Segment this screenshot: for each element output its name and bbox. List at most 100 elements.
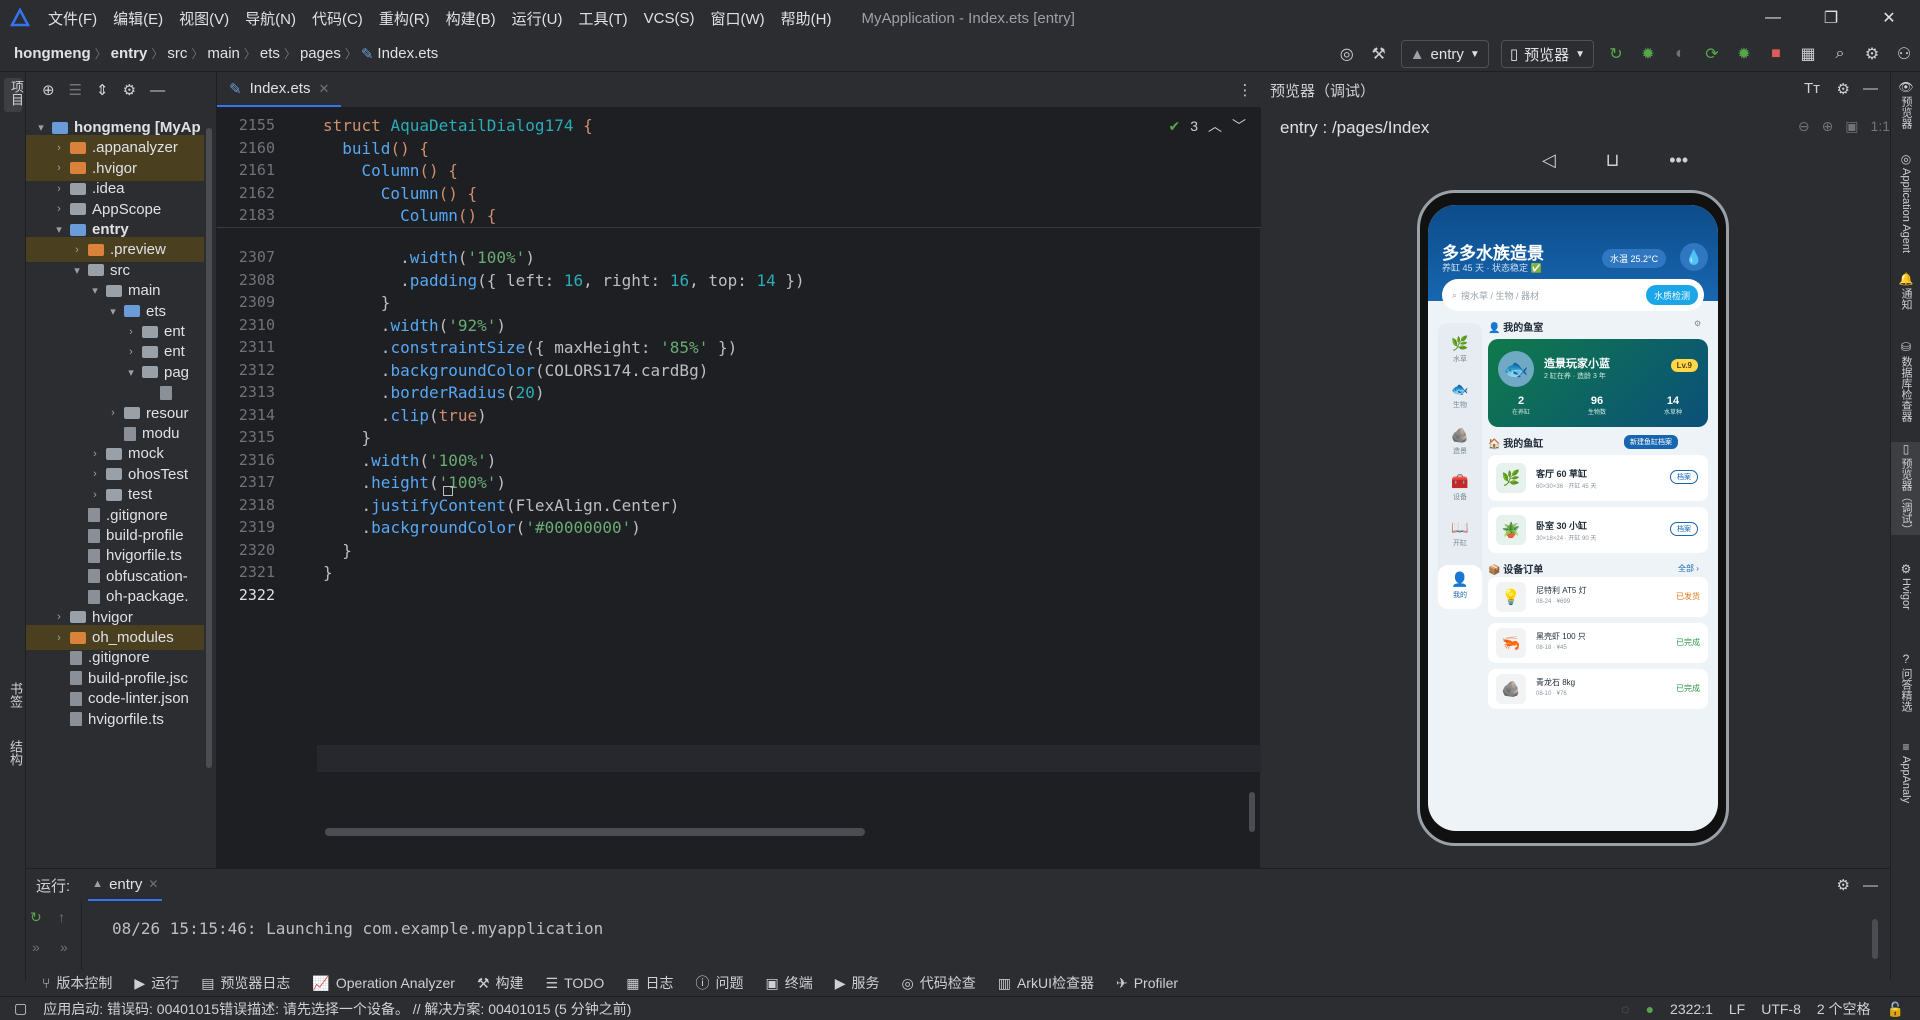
run-config-dropdown[interactable]: ▲ entry ▼ xyxy=(1400,40,1489,68)
collapse-all-icon[interactable]: ⇕ xyxy=(96,81,109,99)
more-tabs-icon[interactable]: ⋮ xyxy=(1230,72,1260,107)
search-icon[interactable]: ⌕ xyxy=(1824,36,1856,72)
database-inspector-tool[interactable]: ⛁ 数据库检查器 xyxy=(1891,340,1920,422)
caret-position[interactable]: 2322:1 xyxy=(1670,1001,1713,1017)
tool-window-3[interactable]: 📈 Operation Analyzer xyxy=(312,975,455,992)
app-nav-item[interactable]: 👤 我的 xyxy=(1438,565,1482,609)
debug-icon[interactable]: ✹ xyxy=(1632,36,1664,72)
code-line[interactable]: .backgroundColor('#00000000') xyxy=(323,518,641,537)
zoom-in-icon[interactable]: ⊕ xyxy=(1822,118,1834,135)
zoom-out-icon[interactable]: ⊖ xyxy=(1798,118,1810,135)
code-line[interactable]: Column() { xyxy=(323,161,458,180)
chevron-down-icon[interactable]: ▾ xyxy=(106,305,120,318)
code-line[interactable]: struct AquaDetailDialog174 { xyxy=(323,116,593,135)
expand-icon[interactable]: » xyxy=(60,939,68,955)
order-card[interactable]: 💡 尼特利 AT5 灯 08-24 · ¥699 已发货 xyxy=(1488,577,1708,617)
tool-window-8[interactable]: ▣ 终端 xyxy=(766,973,813,993)
menu-item[interactable]: 运行(U) xyxy=(504,8,571,29)
code-line[interactable]: .height('100%') xyxy=(323,473,507,492)
breadcrumb-item[interactable]: src xyxy=(167,45,187,62)
fit-icon[interactable]: ▣ xyxy=(1845,118,1858,135)
chevron-down-icon[interactable]: ﹀ xyxy=(1232,116,1246,136)
tool-window-4[interactable]: ⚒ 构建 xyxy=(477,973,524,993)
tank-card[interactable]: 🪴 卧室 30 小缸 30×18×24 · 开缸 90 天 档案 xyxy=(1488,507,1708,553)
chevron-right-icon[interactable]: › xyxy=(124,326,138,338)
breadcrumb-item[interactable]: ets xyxy=(260,45,280,62)
project-scrollbar[interactable] xyxy=(206,108,214,868)
code-line[interactable]: Column() { xyxy=(323,206,496,225)
chevron-right-icon[interactable]: › xyxy=(52,632,66,644)
menu-item[interactable]: 视图(V) xyxy=(171,8,237,29)
target-icon[interactable]: ◎ xyxy=(1331,36,1363,72)
close-button[interactable]: ✕ xyxy=(1860,0,1918,36)
expand-all-icon[interactable]: ☰ xyxy=(69,81,82,99)
breadcrumb-item[interactable]: Index.ets xyxy=(377,45,438,62)
chevron-right-icon[interactable]: › xyxy=(52,142,66,154)
app-nav-item[interactable]: 🧰 设备 xyxy=(1438,473,1482,502)
code-line[interactable]: .padding({ left: 16, right: 16, top: 14 … xyxy=(323,271,805,290)
tool-window-0[interactable]: ⑂ 版本控制 xyxy=(42,973,112,993)
previewer-debug-tool[interactable]: ▯ 预览器（调试） xyxy=(1891,442,1920,535)
tool-window-5[interactable]: ☰ TODO xyxy=(546,975,605,992)
bookmarks-tool-label[interactable]: 书签 xyxy=(6,682,25,708)
tool-window-7[interactable]: ⓘ 问题 xyxy=(696,973,744,993)
code-line[interactable]: } xyxy=(323,563,333,582)
restart-icon[interactable]: ↻ xyxy=(1600,36,1632,72)
chevron-up-icon[interactable]: ︿ xyxy=(1208,116,1222,136)
tool-window-9[interactable]: ▶ 服务 xyxy=(835,973,880,993)
app-search-bar[interactable]: ⌕ 搜水草 / 生物 / 器材 水质检测 xyxy=(1442,279,1704,311)
chevron-down-icon[interactable]: ▾ xyxy=(124,366,138,379)
breakpoint-marker[interactable] xyxy=(443,486,453,496)
sticky-scroll-header[interactable]: 2155 struct AquaDetailDialog174 {2160 bui… xyxy=(217,108,1261,228)
breadcrumb-item[interactable]: hongmeng xyxy=(14,45,91,62)
project-tool-button[interactable]: 项目 xyxy=(4,78,24,112)
application-agent-tool[interactable]: ◎ Application Agent xyxy=(1891,152,1920,253)
chevron-down-icon[interactable]: ▾ xyxy=(34,121,48,134)
ratio-icon[interactable]: 1:1 xyxy=(1871,118,1890,135)
code-line[interactable]: .constraintSize({ maxHeight: '85%' }) xyxy=(323,338,737,357)
gear-icon[interactable]: ⚙ xyxy=(1837,80,1850,98)
hide-icon[interactable]: — xyxy=(150,82,165,99)
profile-icon[interactable]: ✹ xyxy=(1728,36,1760,72)
chevron-down-icon[interactable]: ▾ xyxy=(52,223,66,236)
tool-window-10[interactable]: ◎ 代码检查 xyxy=(902,973,976,993)
status-message[interactable]: 应用启动: 错误码: 00401015错误描述: 请先选择一个设备。 // 解决… xyxy=(43,999,631,1019)
device-manager-icon[interactable]: ▦ xyxy=(1792,36,1824,72)
menu-item[interactable]: 窗口(W) xyxy=(702,8,772,29)
gear-icon[interactable]: ⚙ xyxy=(1837,876,1850,894)
hvigor-tool[interactable]: ⚙ Hvigor xyxy=(1891,562,1920,610)
attach-icon[interactable]: ◐ xyxy=(1664,36,1696,72)
tool-window-2[interactable]: ▤ 预览器日志 xyxy=(201,973,290,993)
rotate-icon[interactable]: ⊔ xyxy=(1605,150,1619,171)
menu-item[interactable]: 导航(N) xyxy=(237,8,304,29)
breadcrumb-item[interactable]: pages xyxy=(300,45,341,62)
tab-index-ets[interactable]: ✎ Index.ets ✕ xyxy=(217,72,342,107)
gear-icon[interactable]: ⚙ xyxy=(123,81,136,99)
water-drop-icon[interactable]: 💧 xyxy=(1680,243,1708,271)
code-line[interactable]: .clip(true) xyxy=(323,406,487,425)
rerun-icon[interactable]: ↻ xyxy=(30,909,42,926)
code-line[interactable]: } xyxy=(323,428,372,447)
run-scrollbar[interactable] xyxy=(1872,919,1878,959)
expand-icon[interactable]: » xyxy=(32,939,40,955)
menu-item[interactable]: 重构(R) xyxy=(371,8,438,29)
close-icon[interactable]: ✕ xyxy=(318,81,329,97)
menu-item[interactable]: 工具(T) xyxy=(570,8,635,29)
code-line[interactable]: .justifyContent(FlexAlign.Center) xyxy=(323,496,680,515)
chevron-right-icon[interactable]: › xyxy=(52,183,66,195)
previewer-tool[interactable]: 👁 预览器 xyxy=(1891,80,1920,129)
menu-item[interactable]: 帮助(H) xyxy=(773,8,840,29)
settings-icon[interactable]: ⚙ xyxy=(1694,319,1701,328)
app-nav-item[interactable]: 🌿 水草 xyxy=(1438,335,1482,364)
locate-icon[interactable]: ⊕ xyxy=(42,81,55,99)
code-line[interactable]: .width('100%') xyxy=(323,451,497,470)
account-icon[interactable]: ⚇ xyxy=(1888,36,1920,72)
water-test-button[interactable]: 水质检测 xyxy=(1645,285,1698,305)
file-encoding[interactable]: UTF-8 xyxy=(1761,1001,1801,1017)
close-icon[interactable]: ✕ xyxy=(148,877,158,891)
code-line[interactable]: .borderRadius(20) xyxy=(323,383,545,402)
chevron-down-icon[interactable]: ▾ xyxy=(70,264,84,277)
chevron-right-icon[interactable]: › xyxy=(52,162,66,174)
structure-tool-label[interactable]: 结构 xyxy=(6,740,25,766)
qa-tool[interactable]: ? 问答精选 xyxy=(1891,652,1920,712)
